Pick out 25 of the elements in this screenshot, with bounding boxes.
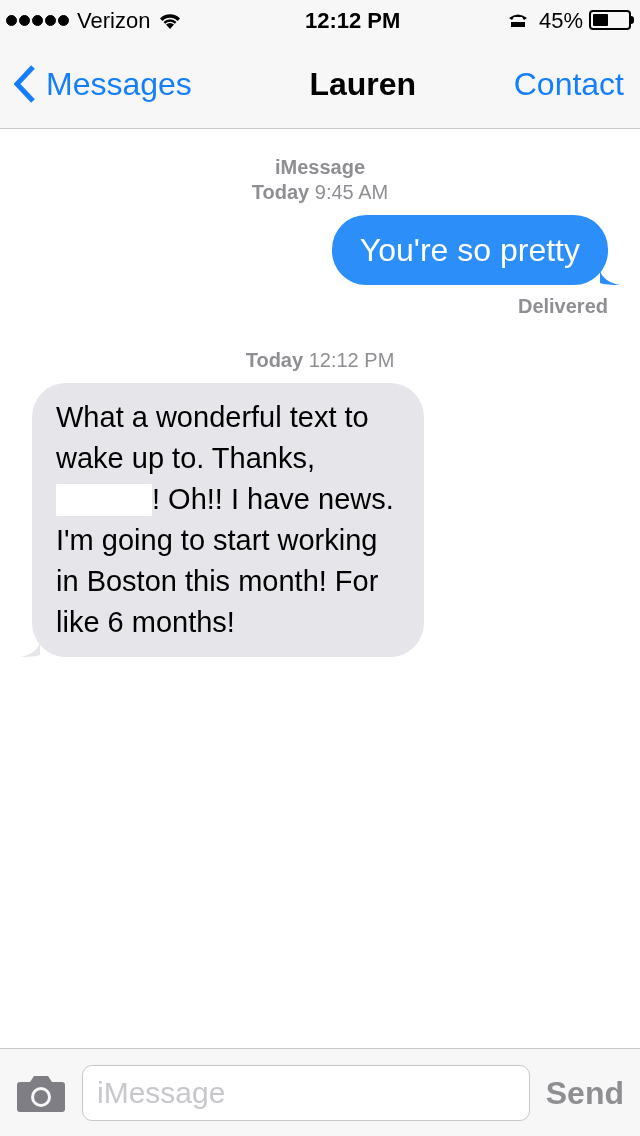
status-time: 12:12 PM — [304, 6, 401, 35]
message-text: in Boston this month! For — [56, 564, 379, 599]
delivered-status: Delivered — [517, 294, 608, 319]
contact-name: Lauren — [308, 65, 417, 104]
message-input[interactable]: iMessage — [82, 1064, 530, 1121]
message-text: ! Oh!! I have news. — [152, 482, 394, 517]
message-text: What a wonderful text to — [56, 400, 369, 435]
message-text: like 6 months! — [56, 605, 235, 640]
battery-percent: 45% — [538, 6, 583, 35]
carrier-name: Verizon — [77, 6, 151, 35]
message-text: wake up to. Thanks, — [56, 441, 315, 476]
timestamp: Today 12:12 PM — [245, 348, 395, 373]
signal-icon — [6, 14, 69, 26]
chevron-left-icon — [14, 65, 36, 103]
timestamp: Today 9:45 AM — [251, 180, 389, 205]
contact-button[interactable]: Contact — [513, 60, 626, 108]
bubble-tail-icon — [600, 271, 620, 285]
send-button[interactable]: Send — [545, 1068, 624, 1117]
wifi-icon — [158, 11, 183, 29]
battery-icon — [589, 10, 634, 30]
sent-bubble: You're so pretty — [331, 215, 608, 285]
back-button[interactable]: Messages — [14, 60, 192, 108]
message-text: I'm going to start working — [56, 523, 378, 558]
service-label: iMessage — [274, 155, 366, 179]
camera-icon[interactable] — [16, 1073, 66, 1112]
